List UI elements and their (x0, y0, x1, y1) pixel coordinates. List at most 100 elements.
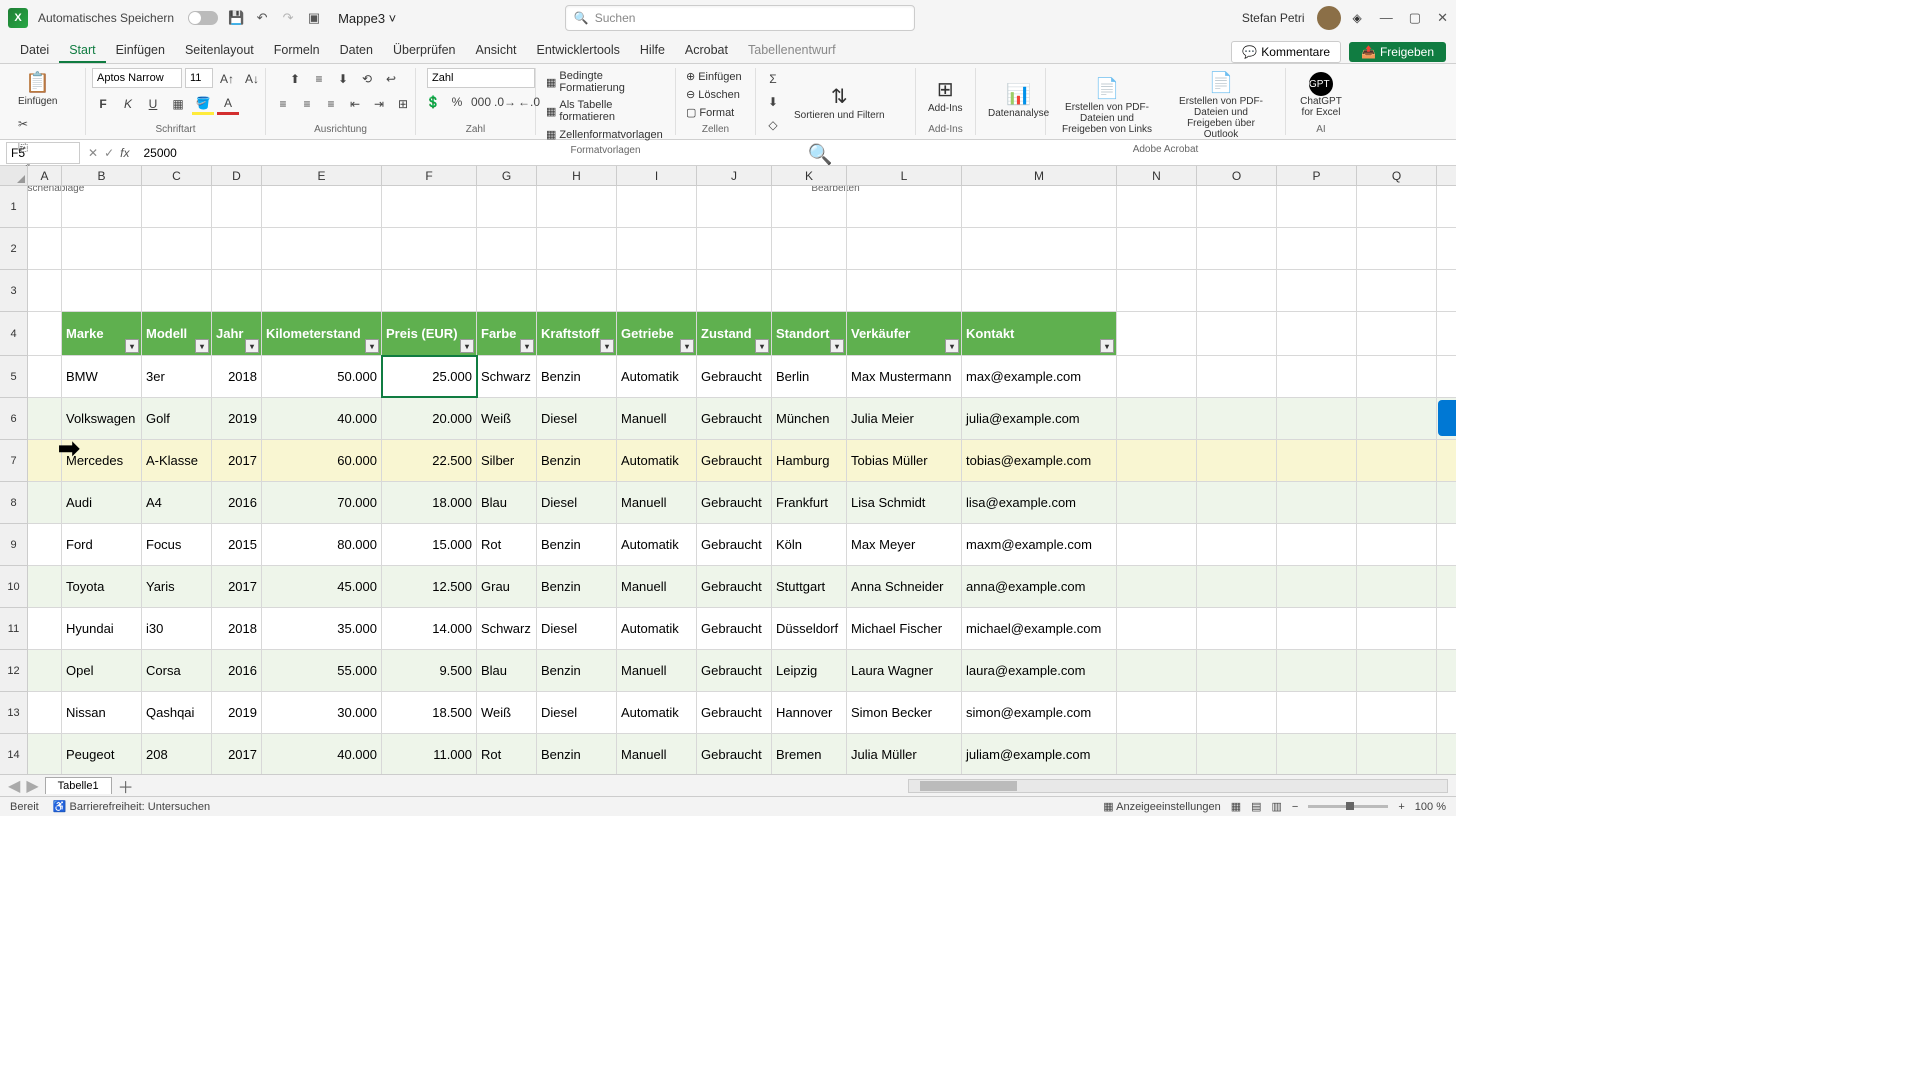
cell[interactable]: 70.000 (262, 482, 382, 523)
cell[interactable] (537, 228, 617, 269)
cell[interactable] (62, 186, 142, 227)
align-bottom-icon[interactable]: ⬇ (332, 68, 354, 90)
zoom-slider[interactable] (1308, 805, 1388, 808)
cell[interactable]: Focus (142, 524, 212, 565)
cell[interactable]: Grau (477, 566, 537, 607)
cell[interactable]: max@example.com (962, 356, 1117, 397)
save-icon[interactable]: 💾 (228, 10, 244, 26)
align-center-icon[interactable]: ≡ (296, 93, 318, 115)
cell[interactable]: Benzin (537, 650, 617, 691)
cell[interactable]: Weiß (477, 398, 537, 439)
cell[interactable] (1197, 398, 1277, 439)
cell[interactable]: Rot (477, 734, 537, 774)
undo-icon[interactable]: ↶ (254, 10, 270, 26)
cell[interactable]: 40.000 (262, 398, 382, 439)
filter-icon[interactable]: ▾ (520, 339, 534, 353)
cell[interactable]: Tobias Müller (847, 440, 962, 481)
cell[interactable] (28, 398, 62, 439)
col-header[interactable]: M (962, 166, 1117, 185)
align-right-icon[interactable]: ≡ (320, 93, 342, 115)
font-color-icon[interactable]: A (217, 93, 239, 115)
cell[interactable] (1357, 356, 1437, 397)
cell[interactable] (1117, 228, 1197, 269)
cell[interactable]: 208 (142, 734, 212, 774)
cell[interactable] (382, 228, 477, 269)
col-header[interactable]: K (772, 166, 847, 185)
cell[interactable] (1277, 440, 1357, 481)
align-left-icon[interactable]: ≡ (272, 93, 294, 115)
cell[interactable]: Diesel (537, 608, 617, 649)
autosum-icon[interactable]: Σ (762, 68, 784, 90)
cell[interactable]: Automatik (617, 608, 697, 649)
cell[interactable] (1197, 270, 1277, 311)
cell[interactable] (1197, 312, 1277, 355)
delete-cells-button[interactable]: ⊖ Löschen (682, 86, 744, 103)
cell[interactable] (1357, 692, 1437, 733)
cell[interactable]: Ford (62, 524, 142, 565)
cell[interactable] (1277, 524, 1357, 565)
decrease-font-icon[interactable]: A↓ (241, 68, 263, 90)
cell[interactable]: 18.000 (382, 482, 477, 523)
addins-button[interactable]: ⊞Add-Ins (922, 75, 968, 116)
table-header[interactable]: Kilometerstand▾ (262, 312, 382, 355)
camera-icon[interactable]: ▣ (306, 10, 322, 26)
sheet-next-icon[interactable]: ▶ (26, 776, 38, 796)
col-header[interactable]: P (1277, 166, 1357, 185)
cell[interactable]: Corsa (142, 650, 212, 691)
row-header[interactable]: 6 (0, 398, 27, 440)
cell[interactable] (1357, 734, 1437, 774)
tab-tabellenentwurf[interactable]: Tabellenentwurf (738, 39, 846, 63)
cell[interactable] (962, 228, 1117, 269)
filter-icon[interactable]: ▾ (125, 339, 139, 353)
pdf-share-link-button[interactable]: 📄Erstellen von PDF-Dateien und Freigeben… (1052, 74, 1162, 137)
tab-hilfe[interactable]: Hilfe (630, 39, 675, 63)
cell[interactable]: Anna Schneider (847, 566, 962, 607)
filter-icon[interactable]: ▾ (365, 339, 379, 353)
redo-icon[interactable]: ↷ (280, 10, 296, 26)
cell[interactable]: Gebraucht (697, 608, 772, 649)
display-settings[interactable]: ▦ Anzeigeeinstellungen (1103, 800, 1220, 813)
cell[interactable]: 12.500 (382, 566, 477, 607)
zoom-level[interactable]: 100 % (1415, 801, 1446, 813)
name-box[interactable]: F5 (6, 142, 80, 164)
filter-icon[interactable]: ▾ (1100, 339, 1114, 353)
cell[interactable] (1197, 566, 1277, 607)
cell[interactable]: 2017 (212, 440, 262, 481)
col-header[interactable]: J (697, 166, 772, 185)
cell[interactable] (1277, 692, 1357, 733)
cell[interactable] (1197, 186, 1277, 227)
cell[interactable]: Max Mustermann (847, 356, 962, 397)
sheet-tab[interactable]: Tabelle1 (45, 777, 112, 794)
table-header[interactable]: Farbe▾ (477, 312, 537, 355)
fill-icon[interactable]: ⬇ (762, 91, 784, 113)
cell[interactable] (1277, 608, 1357, 649)
cell[interactable] (28, 270, 62, 311)
cell[interactable]: 2017 (212, 566, 262, 607)
conditional-format-button[interactable]: ▦ Bedingte Formatierung (542, 68, 669, 96)
border-icon[interactable]: ▦ (167, 93, 189, 115)
cell[interactable]: maxm@example.com (962, 524, 1117, 565)
cell[interactable] (1197, 482, 1277, 523)
number-format-select[interactable] (427, 68, 535, 88)
cell[interactable] (697, 228, 772, 269)
cell[interactable] (1117, 482, 1197, 523)
cell[interactable] (617, 228, 697, 269)
cell[interactable]: Manuell (617, 734, 697, 774)
cell[interactable]: 35.000 (262, 608, 382, 649)
col-header[interactable]: I (617, 166, 697, 185)
cell[interactable]: Gebraucht (697, 440, 772, 481)
paste-button[interactable]: 📋Einfügen (12, 68, 63, 109)
cell[interactable] (212, 228, 262, 269)
cell[interactable]: simon@example.com (962, 692, 1117, 733)
row-header[interactable]: 14 (0, 734, 27, 774)
cell[interactable] (1117, 312, 1197, 355)
col-header[interactable]: H (537, 166, 617, 185)
cell[interactable] (1277, 566, 1357, 607)
cell[interactable] (1117, 356, 1197, 397)
format-cells-button[interactable]: ▢ Format (682, 104, 738, 121)
col-header[interactable]: Q (1357, 166, 1437, 185)
enter-formula-icon[interactable]: ✓ (104, 146, 114, 160)
cell[interactable]: 40.000 (262, 734, 382, 774)
align-top-icon[interactable]: ⬆ (284, 68, 306, 90)
share-button[interactable]: 📤 Freigeben (1349, 42, 1446, 62)
